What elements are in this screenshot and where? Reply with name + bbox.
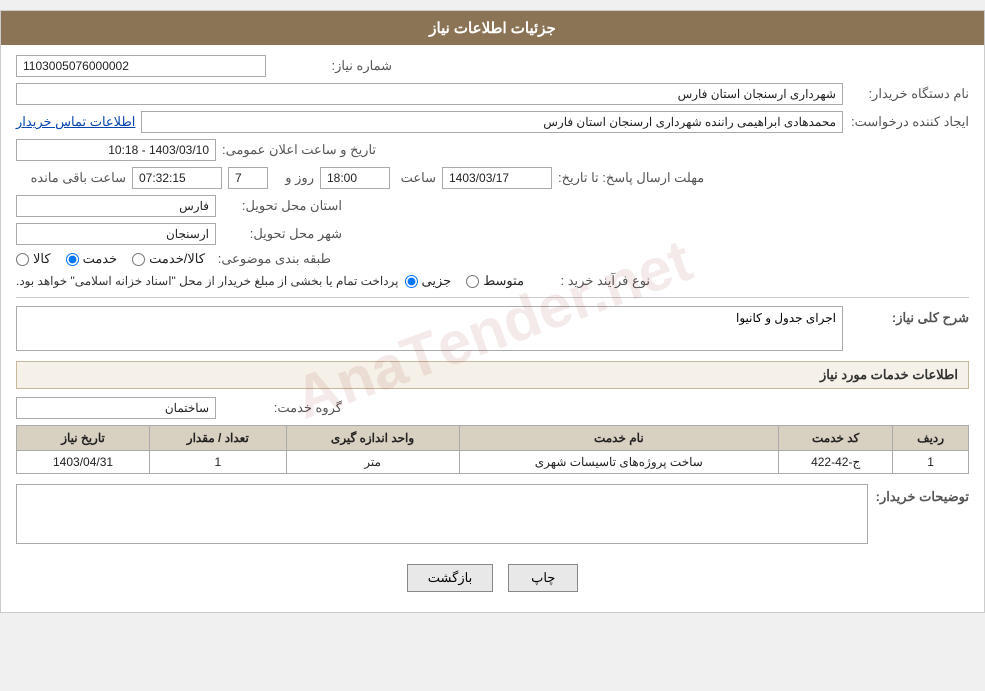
- divider-1: [16, 297, 969, 298]
- announce-date-row: تاریخ و ساعت اعلان عمومی: 1403/03/10 - 1…: [16, 139, 969, 161]
- buyer-notes-label: توضیحات خریدار:: [876, 484, 969, 505]
- radio-khedmat-label: خدمت: [83, 251, 118, 267]
- creator-contact-link[interactable]: اطلاعات تماس خریدار: [16, 114, 135, 130]
- radio-motavasset-item: متوسط: [466, 273, 524, 289]
- services-table: ردیف کد خدمت نام خدمت واحد اندازه گیری ت…: [16, 425, 969, 474]
- page-header: جزئیات اطلاعات نیاز: [1, 11, 984, 45]
- radio-jozii-item: جزیی: [405, 273, 452, 289]
- radio-kala-label: کالا: [33, 251, 51, 267]
- radio-khedmat-item: خدمت: [66, 251, 118, 267]
- deadline-days-label: روز و: [274, 170, 314, 186]
- back-button[interactable]: بازگشت: [407, 564, 493, 592]
- category-radio-group: کالا/خدمت خدمت کالا: [16, 251, 205, 267]
- general-desc-textarea[interactable]: اجرای جدول و کانیوا: [16, 306, 843, 351]
- deadline-days-field: 7: [228, 167, 268, 189]
- creator-field: محمدهادی ابراهیمی راننده شهرداری ارسنجان…: [141, 111, 843, 133]
- province-field: فارس: [16, 195, 216, 217]
- radio-kala[interactable]: [16, 253, 29, 266]
- need-number-row: شماره نیاز: 1103005076000002: [16, 55, 969, 77]
- creator-row: ایجاد کننده درخواست: محمدهادی ابراهیمی ر…: [16, 111, 969, 133]
- button-row: چاپ بازگشت: [16, 554, 969, 602]
- city-field: ارسنجان: [16, 223, 216, 245]
- service-group-label: گروه خدمت:: [222, 400, 342, 416]
- need-number-label: شماره نیاز:: [272, 58, 392, 74]
- buyer-org-label: نام دستگاه خریدار:: [849, 86, 969, 102]
- main-content: AnaТender.net شماره نیاز: 11030050760000…: [1, 45, 984, 612]
- table-header-qty: تعداد / مقدار: [150, 426, 286, 451]
- table-header-row: ردیف: [893, 426, 969, 451]
- city-label: شهر محل تحویل:: [222, 226, 342, 242]
- announce-date-label: تاریخ و ساعت اعلان عمومی:: [222, 142, 376, 158]
- buyer-org-field: شهرداری ارسنجان استان فارس: [16, 83, 843, 105]
- buyer-notes-section: توضیحات خریدار:: [16, 484, 969, 544]
- radio-motavasset-label: متوسط: [483, 273, 524, 289]
- page-title: جزئیات اطلاعات نیاز: [429, 20, 556, 37]
- general-desc-row: شرح کلی نیاز: اجرای جدول و کانیوا: [16, 306, 969, 351]
- creator-label: ایجاد کننده درخواست:: [849, 114, 969, 130]
- deadline-remaining-label: ساعت باقی مانده: [16, 170, 126, 186]
- buyer-org-row: نام دستگاه خریدار: شهرداری ارسنجان استان…: [16, 83, 969, 105]
- radio-jozii[interactable]: [405, 275, 418, 288]
- province-label: استان محل تحویل:: [222, 198, 342, 214]
- announce-date-field: 1403/03/10 - 10:18: [16, 139, 216, 161]
- radio-kala-khedmat[interactable]: [132, 253, 145, 266]
- deadline-label: مهلت ارسال پاسخ: تا تاریخ:: [558, 170, 704, 186]
- purchase-type-radio-group: متوسط جزیی: [405, 273, 525, 289]
- buyer-notes-textarea[interactable]: [16, 484, 868, 544]
- radio-kala-khedmat-label: کالا/خدمت: [149, 251, 205, 267]
- city-row: شهر محل تحویل: ارسنجان: [16, 223, 969, 245]
- deadline-remaining-field: 07:32:15: [132, 167, 222, 189]
- radio-kala-khedmat-item: کالا/خدمت: [132, 251, 205, 267]
- purchase-type-row: نوع فرآیند خرید : متوسط جزیی پرداخت تمام…: [16, 273, 969, 289]
- service-group-field: ساختمان: [16, 397, 216, 419]
- radio-khedmat[interactable]: [66, 253, 79, 266]
- category-row: طبقه بندی موضوعی: کالا/خدمت خدمت کالا: [16, 251, 969, 267]
- page-wrapper: جزئیات اطلاعات نیاز AnaТender.net شماره …: [0, 10, 985, 613]
- services-info-header: اطلاعات خدمات مورد نیاز: [16, 361, 969, 389]
- province-row: استان محل تحویل: فارس: [16, 195, 969, 217]
- purchase-desc: پرداخت تمام یا بخشی از مبلغ خریدار از مح…: [16, 274, 399, 288]
- print-button[interactable]: چاپ: [508, 564, 578, 592]
- table-header-code: کد خدمت: [779, 426, 893, 451]
- table-header-date: تاریخ نیاز: [17, 426, 150, 451]
- deadline-time-label: ساعت: [396, 170, 436, 186]
- general-desc-label: شرح کلی نیاز:: [849, 306, 969, 326]
- table-header-name: نام خدمت: [459, 426, 778, 451]
- radio-jozii-label: جزیی: [422, 273, 452, 289]
- deadline-time-field: 18:00: [320, 167, 390, 189]
- radio-kala-item: کالا: [16, 251, 51, 267]
- deadline-row: مهلت ارسال پاسخ: تا تاریخ: 1403/03/17 سا…: [16, 167, 969, 189]
- category-label: طبقه بندی موضوعی:: [211, 251, 331, 267]
- need-number-field: 1103005076000002: [16, 55, 266, 77]
- table-row: 1ج-42-422ساخت پروژه‌های تاسیسات شهریمتر1…: [17, 451, 969, 474]
- purchase-type-label: نوع فرآیند خرید :: [530, 273, 650, 289]
- table-header-unit: واحد اندازه گیری: [286, 426, 459, 451]
- service-group-row: گروه خدمت: ساختمان: [16, 397, 969, 419]
- radio-motavasset[interactable]: [466, 275, 479, 288]
- deadline-date-field: 1403/03/17: [442, 167, 552, 189]
